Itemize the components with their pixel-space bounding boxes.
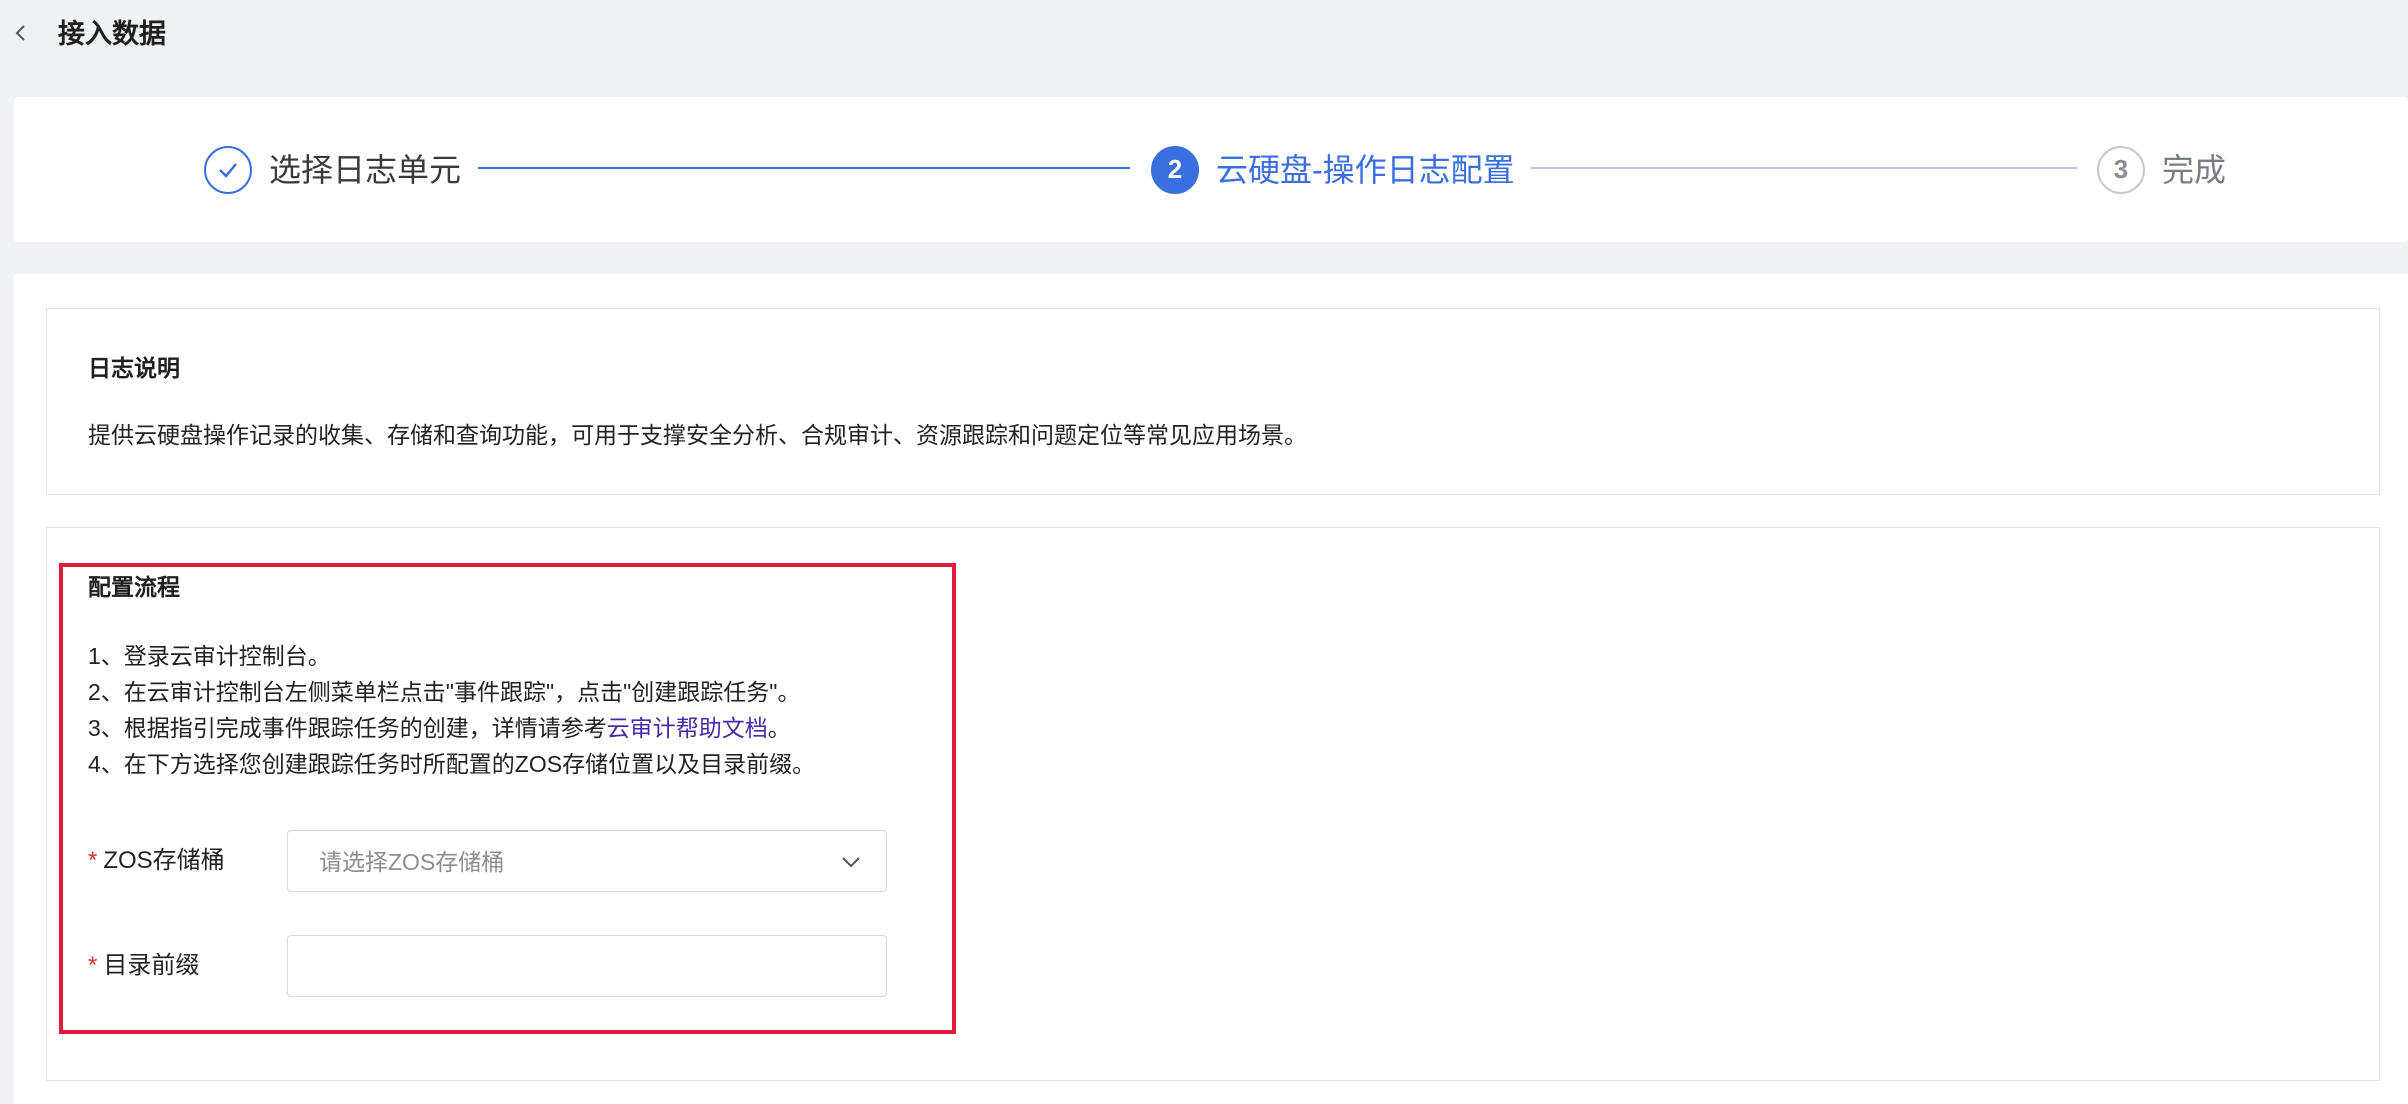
config-flow-panel xyxy=(46,527,2380,1081)
step-label: 云硬盘-操作日志配置 xyxy=(1216,151,1515,188)
chevron-left-icon[interactable] xyxy=(10,22,32,44)
step-number: 2 xyxy=(1151,145,1199,194)
chevron-down-icon xyxy=(842,857,860,868)
bucket-label: * ZOS存储桶 xyxy=(88,845,287,877)
required-mark: * xyxy=(88,952,98,979)
prefix-label-text: 目录前缀 xyxy=(103,952,200,979)
log-description-title: 日志说明 xyxy=(88,355,180,381)
config-flow-title: 配置流程 xyxy=(88,574,180,600)
required-mark: * xyxy=(88,847,98,874)
step-select-log-unit: 选择日志单元 xyxy=(204,97,461,242)
step-number: 3 xyxy=(2097,145,2145,194)
step-connector-done xyxy=(478,167,1130,169)
prefix-input[interactable] xyxy=(287,935,887,997)
flow-step-2: 2、在云审计控制台左侧菜单栏点击"事件跟踪"，点击"创建跟踪任务"。 xyxy=(88,679,801,705)
step-label: 选择日志单元 xyxy=(269,151,462,188)
page-header: 接入数据 xyxy=(0,0,2408,70)
config-flow-steps: 1、登录云审计控制台。 2、在云审计控制台左侧菜单栏点击"事件跟踪"，点击"创建… xyxy=(88,638,815,782)
prefix-form-row: * 目录前缀 xyxy=(88,935,887,997)
page-title: 接入数据 xyxy=(58,19,166,49)
flow-step-4: 4、在下方选择您创建跟踪任务时所配置的ZOS存储位置以及目录前缀。 xyxy=(88,751,816,777)
step-connector-todo xyxy=(1531,167,2077,169)
page: 接入数据 选择日志单元 2 云硬盘-操作日志配置 3 完成 日志说明 提供云硬盘… xyxy=(0,0,2408,1104)
log-description-panel xyxy=(46,308,2380,495)
bucket-select[interactable]: 请选择ZOS存储桶 xyxy=(287,830,887,892)
log-description-text: 提供云硬盘操作记录的收集、存储和查询功能，可用于支撑安全分析、合规审计、资源跟踪… xyxy=(88,422,1307,448)
step-label: 完成 xyxy=(2162,151,2227,188)
step-log-config: 2 云硬盘-操作日志配置 xyxy=(1151,97,1515,242)
flow-step-3: 3、根据指引完成事件跟踪任务的创建，详情请参考云审计帮助文档。 xyxy=(88,710,815,746)
flow-step-3-suffix: 。 xyxy=(767,715,791,741)
flow-step-1: 1、登录云审计控制台。 xyxy=(88,643,331,669)
flow-step-3-prefix: 3、根据指引完成事件跟踪任务的创建，详情请参考 xyxy=(88,715,607,741)
prefix-label: * 目录前缀 xyxy=(88,950,287,982)
check-icon xyxy=(204,145,252,194)
help-doc-link[interactable]: 云审计帮助文档 xyxy=(607,715,768,741)
step-complete: 3 完成 xyxy=(2097,97,2226,242)
bucket-form-row: * ZOS存储桶 请选择ZOS存储桶 xyxy=(88,830,887,892)
bucket-label-text: ZOS存储桶 xyxy=(103,847,225,874)
bucket-select-placeholder: 请选择ZOS存储桶 xyxy=(319,849,505,875)
